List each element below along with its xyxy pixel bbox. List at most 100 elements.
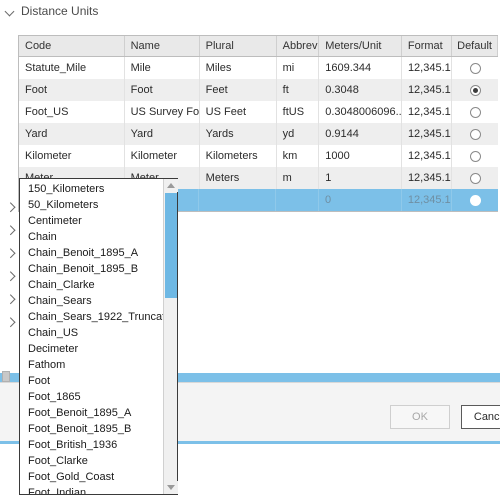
cell-default <box>452 189 498 211</box>
cell-format: 12,345.12 <box>402 123 453 145</box>
cell-format[interactable]: 12,345.12 <box>402 189 453 211</box>
dropdown-option[interactable]: Foot_Indian <box>20 485 163 494</box>
cancel-button[interactable]: Cancel <box>461 405 500 429</box>
cell-format: 12,345.12 <box>402 79 453 101</box>
section-header-distance-units[interactable]: Distance Units <box>6 4 98 18</box>
cell-abbrev: km <box>277 145 320 167</box>
default-radio-button[interactable] <box>469 128 481 140</box>
dropdown-scrollbar[interactable] <box>163 179 178 494</box>
cell-plural: Feet <box>200 79 277 101</box>
cell-name: Yard <box>125 123 200 145</box>
cell-abbrev: ftUS <box>277 101 320 123</box>
cell-abbrev: m <box>277 167 320 189</box>
cell-code: Foot_US <box>19 101 125 123</box>
cell-name: Kilometer <box>125 145 200 167</box>
cell-abbrev: mi <box>277 57 320 79</box>
dropdown-option[interactable]: Foot_1865 <box>20 389 163 405</box>
cell-abbrev: ft <box>277 79 320 101</box>
dropdown-option[interactable]: Foot <box>20 373 163 389</box>
cell-meters-per-unit[interactable]: 0 <box>319 189 402 211</box>
cell-default <box>452 79 498 101</box>
cell-meters-per-unit: 1609.344 <box>319 57 402 79</box>
dropdown-option[interactable]: Foot_Clarke <box>20 453 163 469</box>
cell-plural: Yards <box>200 123 277 145</box>
cell-plural: Meters <box>200 167 277 189</box>
default-radio-button[interactable] <box>469 84 481 96</box>
cell-abbrev[interactable] <box>276 189 320 211</box>
chevron-right-icon[interactable] <box>6 318 15 327</box>
cell-default <box>452 57 498 79</box>
table-header-row: Code Name Plural Abbrev Meters/Unit Form… <box>19 36 498 57</box>
dropdown-option[interactable]: Foot_Gold_Coast <box>20 469 163 485</box>
cell-name: US Survey Foot <box>125 101 200 123</box>
cell-format: 12,345.12 <box>402 167 453 189</box>
chevron-right-icon[interactable] <box>6 272 15 281</box>
table-row[interactable]: Statute_Mile Mile Miles mi 1609.344 12,3… <box>19 57 498 79</box>
cell-code: Yard <box>19 123 125 145</box>
table-row[interactable]: Kilometer Kilometer Kilometers km 1000 1… <box>19 145 498 167</box>
default-radio-button[interactable] <box>469 172 481 184</box>
cell-plural: Kilometers <box>200 145 277 167</box>
column-header-plural[interactable]: Plural <box>199 36 277 56</box>
cell-meters-per-unit: 0.3048 <box>319 79 402 101</box>
column-header-name[interactable]: Name <box>124 36 200 56</box>
dialog-root: Distance Units A A L D P 2 O <box>0 0 500 501</box>
dropdown-option[interactable]: Chain <box>20 229 163 245</box>
horizontal-scrollbar-thumb[interactable] <box>2 371 10 382</box>
cell-default <box>452 123 498 145</box>
dropdown-option[interactable]: Foot_British_1936 <box>20 437 163 453</box>
cell-meters-per-unit: 1 <box>319 167 402 189</box>
chevron-down-icon[interactable] <box>6 7 15 16</box>
chevron-right-icon[interactable] <box>6 295 15 304</box>
column-header-format[interactable]: Format <box>401 36 453 56</box>
cell-plural: Miles <box>200 57 277 79</box>
dropdown-option-list: 150_Kilometers 50_Kilometers Centimeter … <box>20 179 163 494</box>
dropdown-option[interactable]: Chain_Benoit_1895_A <box>20 245 163 261</box>
cell-format: 12,345.12 <box>402 145 453 167</box>
dropdown-option[interactable]: Foot_Benoit_1895_A <box>20 405 163 421</box>
column-header-meters-per-unit[interactable]: Meters/Unit <box>319 36 402 56</box>
dropdown-option[interactable]: 150_Kilometers <box>20 181 163 197</box>
dropdown-option[interactable]: Fathom <box>20 357 163 373</box>
chevron-right-icon[interactable] <box>6 249 15 258</box>
unit-code-dropdown-popup: 150_Kilometers 50_Kilometers Centimeter … <box>19 178 178 495</box>
chevron-right-icon[interactable] <box>6 203 15 212</box>
default-radio-button[interactable] <box>469 62 481 74</box>
table-row[interactable]: Foot Foot Feet ft 0.3048 12,345.12 <box>19 79 498 101</box>
dropdown-option[interactable]: Chain_US <box>20 325 163 341</box>
dropdown-option[interactable]: Chain_Benoit_1895_B <box>20 261 163 277</box>
cell-default <box>452 101 498 123</box>
column-header-abbrev[interactable]: Abbrev <box>276 36 320 56</box>
cell-format: 12,345.12 <box>402 101 453 123</box>
column-header-code[interactable]: Code <box>19 36 125 56</box>
column-header-default[interactable]: Default <box>452 36 498 56</box>
dropdown-option[interactable]: Chain_Clarke <box>20 277 163 293</box>
cell-abbrev: yd <box>277 123 320 145</box>
default-radio-button[interactable] <box>469 106 481 118</box>
table-row[interactable]: Foot_US US Survey Foot US Feet ftUS 0.30… <box>19 101 498 123</box>
dropdown-option[interactable]: Decimeter <box>20 341 163 357</box>
table-row[interactable]: Yard Yard Yards yd 0.9144 12,345.12 <box>19 123 498 145</box>
section-title-label: Distance Units <box>21 4 99 18</box>
cell-code: Statute_Mile <box>19 57 125 79</box>
scroll-down-arrow-icon[interactable] <box>164 481 178 494</box>
dropdown-option[interactable]: Chain_Sears <box>20 293 163 309</box>
chevron-right-icon[interactable] <box>6 226 15 235</box>
cell-plural: US Feet <box>200 101 277 123</box>
dropdown-scrollbar-thumb[interactable] <box>165 193 177 298</box>
cell-meters-per-unit: 0.3048006096... <box>319 101 402 123</box>
dropdown-option[interactable]: Chain_Sears_1922_Truncated <box>20 309 163 325</box>
cell-default <box>452 167 498 189</box>
dropdown-option[interactable]: 50_Kilometers <box>20 197 163 213</box>
scroll-up-arrow-icon[interactable] <box>164 179 178 192</box>
cell-code: Foot <box>19 79 125 101</box>
dropdown-option[interactable]: Foot_Benoit_1895_B <box>20 421 163 437</box>
default-radio-button[interactable] <box>469 194 481 206</box>
default-radio-button[interactable] <box>469 150 481 162</box>
cell-name: Foot <box>125 79 200 101</box>
cell-meters-per-unit: 1000 <box>319 145 402 167</box>
cell-plural[interactable] <box>199 189 277 211</box>
dropdown-option[interactable]: Centimeter <box>20 213 163 229</box>
ok-button[interactable]: OK <box>390 405 450 429</box>
cell-default <box>452 145 498 167</box>
